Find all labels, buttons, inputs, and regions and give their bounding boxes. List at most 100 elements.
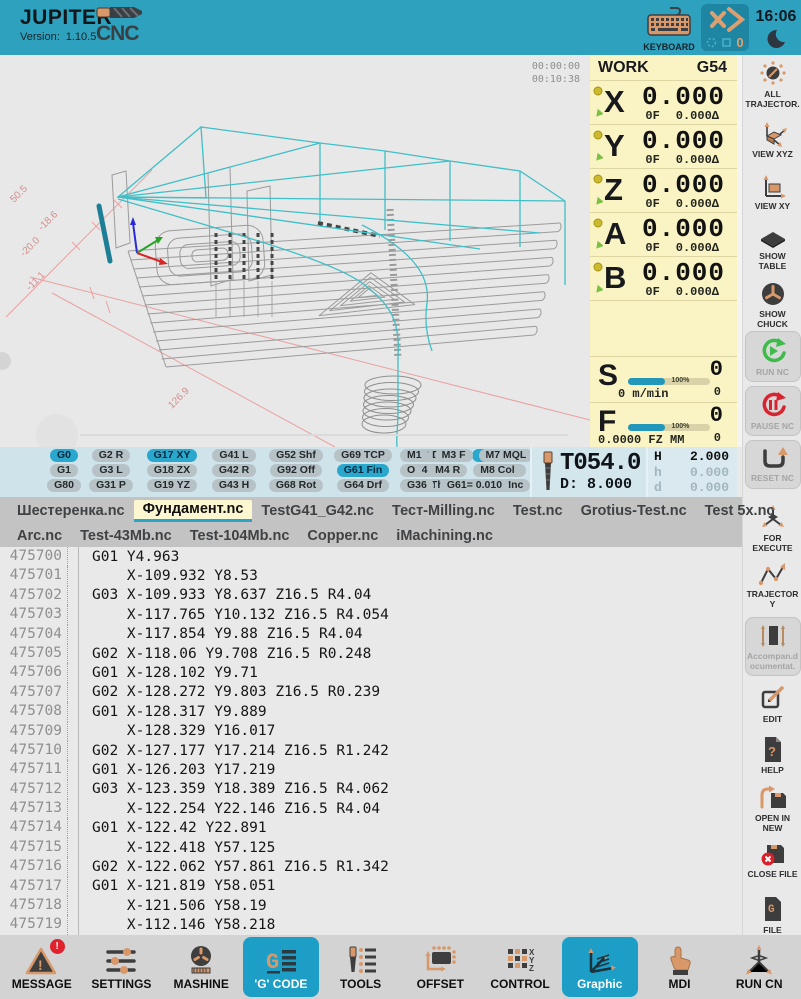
open-in-new-button[interactable]: OPEN IN NEW	[744, 785, 801, 833]
file-tab[interactable]: Copper.nc	[298, 525, 387, 547]
mcode-pill: M3 F	[435, 449, 473, 462]
pause-nc-button[interactable]: PAUSE NC	[745, 386, 801, 435]
file-tab[interactable]: Test-104Mb.nc	[181, 525, 299, 547]
show-table-button[interactable]: SHOW TABLE	[744, 227, 801, 271]
help-button[interactable]: ? HELP	[744, 736, 801, 775]
file-button[interactable]: G FILE	[744, 895, 801, 935]
file-tab[interactable]: iMachining.nc	[387, 525, 502, 547]
nav-mashine-button[interactable]: MASHINE	[163, 937, 239, 997]
feed-override-slider[interactable]: 100%	[628, 424, 710, 431]
axis-row-b[interactable]: B 0.000 0F0.000Δ	[590, 257, 737, 301]
file-tab[interactable]: Тест-Milling.nc	[383, 500, 504, 522]
view-xy-button[interactable]: VIEW XY	[744, 173, 801, 211]
mcode-pill: M1	[400, 449, 429, 462]
nc-line[interactable]: 475718 X-121.506 Y58.19	[0, 896, 742, 915]
nc-line-number: 475709	[0, 722, 68, 741]
night-mode-icon[interactable]	[764, 28, 788, 50]
file-tab[interactable]: Test-43Mb.nc	[71, 525, 181, 547]
nc-line[interactable]: 475706G01 X-128.102 Y9.71	[0, 663, 742, 682]
nav-graphic-button[interactable]: Graphic	[562, 937, 638, 997]
keyboard-button[interactable]: KEYBOARD	[640, 6, 698, 52]
gcode-pill: G2 R	[92, 449, 131, 462]
work-coordinates-panel: WORK G54 X 0.000 0F0.000Δ Y 0.000 0F0.00…	[590, 55, 737, 447]
nc-line[interactable]: 475710G02 X-127.177 Y17.214 Z16.5 R1.242	[0, 741, 742, 760]
accompanying-doc-button[interactable]: Accompan.documentat.	[745, 617, 801, 676]
nc-code-listing[interactable]: 475700G01 Y4.963475701 X-109.932 Y8.5347…	[0, 547, 742, 935]
nc-line[interactable]: 475708G01 X-128.317 Y9.889	[0, 702, 742, 721]
nc-line-code: G01 X-126.203 Y17.219	[79, 762, 275, 778]
edit-button[interactable]: EDIT	[744, 686, 801, 724]
axis-row-y[interactable]: Y 0.000 0F0.000Δ	[590, 125, 737, 169]
file-tab[interactable]: Test 5x.nc	[696, 500, 784, 522]
show-chuck-button[interactable]: SHOW CHUCK	[744, 281, 801, 329]
nc-gutter	[68, 857, 79, 876]
pan-handle[interactable]	[0, 352, 11, 370]
all-trajectory-button[interactable]: ALL TRAJECTOR.	[744, 61, 801, 109]
nc-line[interactable]: 475701 X-109.932 Y8.53	[0, 566, 742, 585]
axis-row-x[interactable]: X 0.000 0F0.000Δ	[590, 81, 737, 125]
clock: 16:06	[753, 8, 799, 26]
gcode-pill: G42 R	[212, 464, 256, 477]
file-tab[interactable]: Test.nc	[504, 500, 572, 522]
axis-value: 0.000	[642, 170, 725, 200]
nc-line[interactable]: 475704 X-117.854 Y9.88 Z16.5 R4.04	[0, 625, 742, 644]
tool-offset-box: H2.000 h0.000 d0.000	[646, 447, 737, 497]
file-tab[interactable]: Grotius-Test.nc	[572, 500, 696, 522]
nc-line[interactable]: 475713 X-122.254 Y22.146 Z16.5 R4.04	[0, 799, 742, 818]
zoom-handle[interactable]	[36, 414, 78, 447]
nc-line[interactable]: 475717G01 X-121.819 Y58.051	[0, 877, 742, 896]
axis-status-icons	[593, 130, 603, 164]
nc-line-number: 475700	[0, 547, 68, 566]
nc-line[interactable]: 475703 X-117.765 Y10.132 Z16.5 R4.054	[0, 605, 742, 624]
nc-line-number: 475713	[0, 799, 68, 818]
dotted-circle-icon	[706, 37, 717, 48]
nav-settings-button[interactable]: SETTINGS	[83, 937, 159, 997]
reset-nc-button[interactable]: RESET NC	[745, 440, 801, 489]
nc-line[interactable]: 475715 X-122.418 Y57.125	[0, 838, 742, 857]
nav-gcode-button[interactable]: G 'G' CODE	[243, 937, 319, 997]
file-tab[interactable]: Arc.nc	[8, 525, 71, 547]
nav-mdi-button[interactable]: MDI	[641, 937, 717, 997]
nav-offset-button[interactable]: OFFSET	[402, 937, 478, 997]
nc-line[interactable]: 475711G01 X-126.203 Y17.219	[0, 760, 742, 779]
nc-line[interactable]: 475714G01 X-122.42 Y22.891	[0, 818, 742, 837]
file-tab[interactable]: Фундамент.nc	[134, 500, 253, 522]
file-tab[interactable]: Шестеренка.nc	[8, 500, 134, 522]
nc-line[interactable]: 475709 X-128.329 Y16.017	[0, 722, 742, 741]
nc-line[interactable]: 475712G03 X-123.359 Y18.389 Z16.5 R4.062	[0, 780, 742, 799]
work-offset-system[interactable]: G54	[697, 59, 727, 77]
nav-control-button[interactable]: X Y Z CONTROL	[482, 937, 558, 997]
feed-row[interactable]: F 0 100% 0.0000 FZ MM 0	[590, 403, 737, 449]
nc-line-code: G02 X-128.272 Y9.803 Z16.5 R0.239	[79, 684, 380, 700]
nav-run-cn-button[interactable]: RUN CN	[721, 937, 797, 997]
file-tabs-row-2: Arc.ncTest-43Mb.ncTest-104Mb.ncCopper.nc…	[0, 522, 742, 547]
gcode-pill: G92 Off	[270, 464, 322, 477]
mdi-icon	[662, 944, 696, 976]
nc-line[interactable]: 475707G02 X-128.272 Y9.803 Z16.5 R0.239	[0, 683, 742, 702]
keyboard-icon	[646, 6, 692, 36]
nc-line[interactable]: 475702G03 X-109.933 Y8.637 Z16.5 R4.04	[0, 586, 742, 605]
spindle-row[interactable]: S 0 100% 0 m/min 0	[590, 357, 737, 403]
nc-line[interactable]: 475719 X-112.146 Y58.218	[0, 915, 742, 934]
run-nc-button[interactable]: RUN NC	[745, 331, 801, 382]
spindle-override-slider[interactable]: 100%	[628, 378, 710, 385]
close-file-button[interactable]: CLOSE FILE	[744, 841, 801, 879]
offset-row-H: H2.000	[648, 449, 737, 464]
nav-tools-button[interactable]: TOOLS	[323, 937, 399, 997]
top-bar: JUPITER Version:1.10.5 CNC KEYBOARD	[0, 0, 801, 56]
active-tool-box[interactable]: T054.0 D: 8.000	[530, 447, 648, 497]
view-xyz-button[interactable]: VIEW XYZ	[744, 121, 801, 159]
svg-text:Z: Z	[529, 964, 534, 973]
nc-line[interactable]: 475716G02 X-122.062 Y57.861 Z16.5 R1.342	[0, 857, 742, 876]
trajectory-button[interactable]: TRAJECTORY	[744, 561, 801, 609]
gcode-pill: G1	[50, 464, 78, 477]
right-sidebar: ALL TRAJECTOR. VIEW XYZ VIEW XY SHOW TAB…	[742, 55, 801, 935]
nc-line[interactable]: 475705G02 X-118.06 Y9.708 Z16.5 R0.248	[0, 644, 742, 663]
axis-row-a[interactable]: A 0.000 0F0.000Δ	[590, 213, 737, 257]
nc-line[interactable]: 475700G01 Y4.963	[0, 547, 742, 566]
viewport-3d[interactable]: 50.5 -18.6 -20.0 -11.1 126.9	[0, 55, 590, 447]
file-tab[interactable]: TestG41_G42.nc	[252, 500, 383, 522]
exit-program-button[interactable]: 0	[701, 4, 749, 51]
axis-row-z[interactable]: Z 0.000 0F0.000Δ	[590, 169, 737, 213]
nav-message-button[interactable]: ! ! MESSAGE	[4, 937, 80, 997]
